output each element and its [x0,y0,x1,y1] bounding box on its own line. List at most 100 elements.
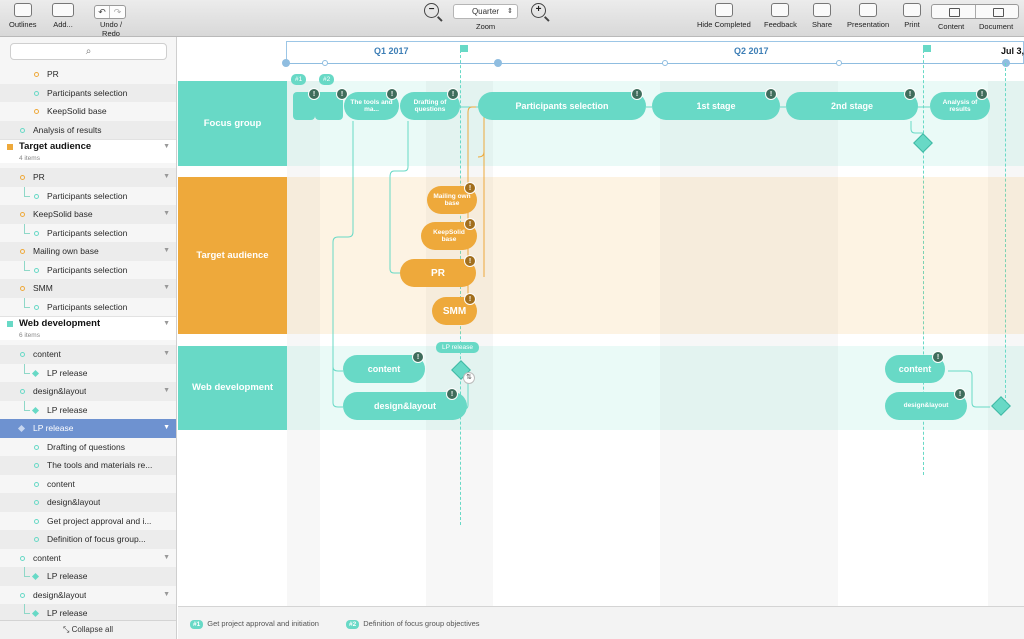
zoom-in-icon[interactable]: + [531,3,546,18]
list-item[interactable]: design&layout [0,493,176,512]
list-item[interactable]: Participants selection [0,223,176,243]
milestone-icon [31,609,40,618]
alert-badge[interactable]: ! [412,351,424,363]
alert-badge[interactable]: ! [464,182,476,194]
list-item[interactable]: Mailing own base ▼ [0,242,176,261]
list-item[interactable]: Participants selection [0,83,176,102]
teal-dot-icon [20,352,25,357]
list-item[interactable]: content ▼ [0,345,176,364]
presentation-button[interactable]: Presentation [847,3,889,29]
list-item[interactable]: design&layout ▼ [0,586,176,605]
teal-dot-icon [34,193,39,199]
list-item[interactable]: Get project approval and i... [0,512,176,531]
list-item[interactable]: LP release [0,567,176,586]
collapse-all-button[interactable]: ⤡ Collapse all [0,620,176,639]
alert-badge[interactable]: ! [308,88,320,100]
chevron-down-icon[interactable]: ▼ [163,242,170,261]
list-item[interactable]: The tools and materials re... [0,456,176,475]
outlines-button[interactable]: Outlines [9,3,37,29]
chevron-down-icon[interactable]: ▼ [163,317,170,331]
list-item[interactable]: content ▼ [0,549,176,568]
list-item[interactable]: Definition of focus group... [0,530,176,549]
chevron-down-icon[interactable]: ▼ [163,382,170,401]
list-item[interactable]: KeepSolid base ▼ [0,205,176,224]
presentation-icon [859,3,878,17]
share-button[interactable]: Share [812,3,832,29]
list-item[interactable]: Participants selection [0,297,176,317]
alert-badge[interactable]: ! [464,293,476,305]
teal-dot-icon [20,555,25,561]
zoom-out-icon[interactable]: − [424,3,439,18]
undo-icon[interactable]: ↶ [95,6,110,18]
orange-dot-icon [34,109,39,114]
milestone-icon [31,369,40,377]
footnote[interactable]: #2 Definition of focus group objectives [346,619,480,629]
list-item[interactable]: Analysis of results [0,120,176,139]
redo-icon[interactable]: ↷ [110,6,125,18]
orange-square-icon [7,144,13,150]
chevron-down-icon[interactable]: ▼ [163,586,170,605]
chevron-down-icon[interactable]: ▼ [163,140,170,154]
list-item[interactable]: Participants selection [0,260,176,280]
milestone-icon [31,406,40,414]
list-item-selected[interactable]: LP release ▼ [0,419,176,438]
presentation-label: Presentation [847,20,890,29]
chevron-down-icon[interactable]: ▼ [163,168,170,187]
feedback-button[interactable]: Feedback [764,3,797,29]
teal-square-icon [7,321,13,327]
alert-badge[interactable]: ! [904,88,916,100]
alert-badge[interactable]: ! [446,388,458,400]
alert-badge[interactable]: ! [976,88,988,100]
task-bar[interactable]: 2nd stage [786,92,918,120]
list-item[interactable]: KeepSolid base [0,102,176,121]
search-input[interactable]: ⌕ [10,43,167,60]
content-view-icon[interactable] [932,5,976,18]
list-item[interactable]: design&layout ▼ [0,382,176,401]
hide-completed-button[interactable]: Hide Completed [697,3,751,29]
list-item[interactable]: SMM ▼ [0,279,176,298]
list-item[interactable]: PR [0,65,176,84]
group-target-audience[interactable]: Target audience 4 items ▼ [0,139,176,163]
alert-badge[interactable]: ! [464,255,476,267]
share-icon [813,3,831,17]
chevron-down-icon[interactable]: ▼ [163,419,170,438]
teal-dot-icon [20,592,25,598]
list-item[interactable]: LP release [0,400,176,420]
group-web-development[interactable]: Web development 6 items ▼ [0,316,176,340]
list-item[interactable]: content [0,475,176,494]
link-icon[interactable]: ⇅ [463,372,475,384]
chevron-down-icon[interactable]: ▼ [163,205,170,224]
list-item[interactable]: PR ▼ [0,168,176,187]
document-view-label: Document [979,22,1014,31]
alert-badge[interactable]: ! [631,88,643,100]
alert-badge[interactable]: ! [386,88,398,100]
alert-badge[interactable]: ! [932,351,944,363]
milestone-icon [17,424,26,433]
alert-badge[interactable]: ! [765,88,777,100]
task-tag[interactable]: #1 [291,74,307,85]
list-item[interactable]: LP release [0,363,176,383]
footnote[interactable]: #1 Get project approval and initiation [190,619,319,629]
share-label: Share [812,20,833,29]
alert-badge[interactable]: ! [954,388,966,400]
milestone-tag[interactable]: LP release [436,342,479,353]
print-button[interactable]: Print [903,3,921,29]
teal-dot-icon [34,304,39,310]
footnotes-bar: #1 Get project approval and initiation #2… [178,606,1024,639]
task-tag[interactable]: #2 [319,74,335,85]
feedback-label: Feedback [764,20,797,29]
alert-badge[interactable]: ! [447,88,459,100]
alert-badge[interactable]: ! [464,218,476,230]
list-item[interactable]: Participants selection [0,186,176,206]
zoom-select[interactable]: Quarter ⇕ [453,4,518,19]
task-bar[interactable]: Participants selection [478,92,646,120]
document-view-icon[interactable] [976,5,1019,18]
chevron-down-icon[interactable]: ▼ [163,549,170,568]
outlines-label: Outlines [9,20,37,29]
list-item[interactable]: Drafting of questions [0,438,176,457]
task-bar[interactable]: 1st stage [652,92,780,120]
chevron-down-icon[interactable]: ▼ [163,279,170,298]
dependency-lines [332,106,990,410]
add-button[interactable]: Add... [52,3,74,29]
chevron-down-icon[interactable]: ▼ [163,345,170,364]
